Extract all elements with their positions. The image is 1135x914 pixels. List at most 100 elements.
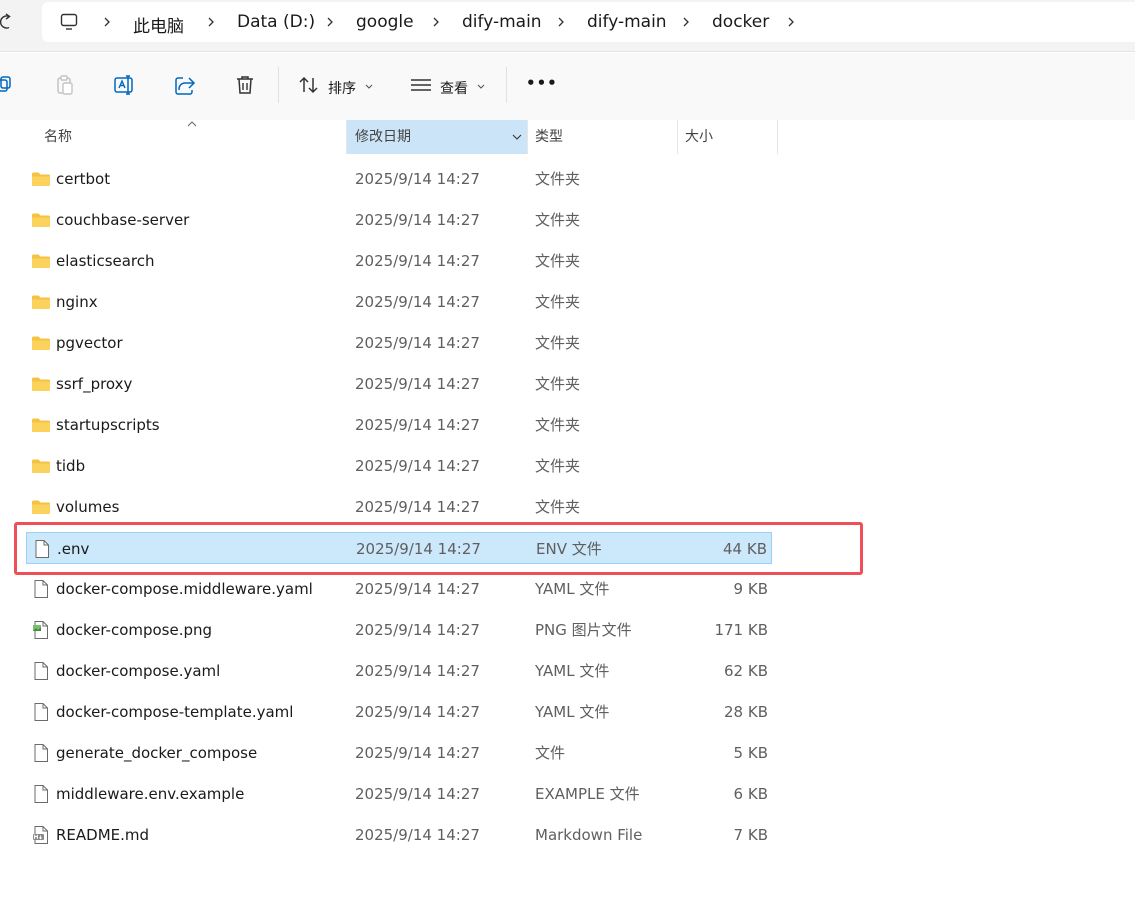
rename-icon[interactable] [113, 73, 137, 97]
column-name[interactable]: 名称 [36, 120, 346, 154]
file-row[interactable]: pgvector 2025/9/14 14:27 文件夹 [26, 327, 772, 359]
chevron-right-icon[interactable] [681, 14, 691, 30]
file-type: 文件夹 [535, 334, 581, 352]
file-name: docker-compose.yaml [56, 662, 221, 680]
view-icon[interactable] [409, 73, 433, 97]
file-type: 文件夹 [535, 293, 581, 311]
refresh-icon[interactable] [0, 12, 14, 32]
column-date-modified[interactable]: 修改日期 [347, 120, 527, 154]
breadcrumb-dify-main-1[interactable]: dify-main [462, 12, 542, 32]
annotation-highlight-box [14, 522, 863, 575]
file-row[interactable]: docker-compose.png 2025/9/14 14:27 PNG 图片文… [26, 614, 772, 646]
file-size: 28 KB [724, 703, 768, 721]
chevron-down-icon[interactable] [365, 84, 373, 90]
file-type: 文件夹 [535, 457, 581, 475]
file-name: certbot [56, 170, 111, 188]
file-date-modified: 2025/9/14 14:27 [355, 211, 480, 229]
chevron-right-icon[interactable] [325, 14, 335, 30]
file-icon [34, 580, 48, 598]
file-row[interactable]: certbot 2025/9/14 14:27 文件夹 [26, 163, 772, 195]
folder-icon [32, 418, 50, 432]
file-name: pgvector [56, 334, 123, 352]
file-date-modified: 2025/9/14 14:27 [355, 375, 480, 393]
column-header: 名称 修改日期 类型 大小 [0, 120, 1135, 154]
chevron-down-icon[interactable] [512, 133, 522, 141]
column-size[interactable]: 大小 [677, 120, 777, 154]
sort-button[interactable]: 排序 [328, 78, 356, 98]
breadcrumb-this-pc[interactable]: 此电脑 [133, 12, 184, 37]
folder-icon [32, 213, 50, 227]
file-size: 171 KB [714, 621, 768, 639]
folder-icon [32, 500, 50, 514]
share-icon[interactable] [173, 73, 197, 97]
file-row[interactable]: startupscripts 2025/9/14 14:27 文件夹 [26, 409, 772, 441]
computer-icon[interactable] [60, 13, 78, 31]
file-date-modified: 2025/9/14 14:27 [355, 293, 480, 311]
file-icon [34, 785, 48, 803]
markdown-file-icon [33, 826, 48, 844]
file-row[interactable]: docker-compose.yaml 2025/9/14 14:27 YAML 文… [26, 655, 772, 687]
file-name: docker-compose.middleware.yaml [56, 580, 313, 598]
breadcrumb-drive-d[interactable]: Data (D:) [237, 12, 315, 32]
file-row[interactable]: elasticsearch 2025/9/14 14:27 文件夹 [26, 245, 772, 277]
file-row[interactable]: volumes 2025/9/14 14:27 文件夹 [26, 491, 772, 523]
breadcrumb-docker[interactable]: docker [712, 12, 769, 32]
file-type: 文件夹 [535, 252, 581, 270]
toolbar-divider [278, 67, 279, 103]
sort-icon[interactable] [297, 73, 321, 97]
file-row[interactable]: ssrf_proxy 2025/9/14 14:27 文件夹 [26, 368, 772, 400]
breadcrumb-dify-main-2[interactable]: dify-main [587, 12, 667, 32]
chevron-right-icon[interactable] [556, 14, 566, 30]
file-row[interactable]: docker-compose-template.yaml 2025/9/14 14… [26, 696, 772, 728]
file-date-modified: 2025/9/14 14:27 [355, 826, 480, 844]
file-row[interactable]: tidb 2025/9/14 14:27 文件夹 [26, 450, 772, 482]
file-row[interactable]: docker-compose.middleware.yaml 2025/9/14 … [26, 573, 772, 605]
file-name: tidb [56, 457, 86, 475]
file-type: 文件夹 [535, 211, 581, 229]
image-file-icon [33, 621, 48, 639]
file-name: middleware.env.example [56, 785, 245, 803]
file-name: nginx [56, 293, 98, 311]
file-date-modified: 2025/9/14 14:27 [355, 662, 480, 680]
file-row[interactable]: middleware.env.example 2025/9/14 14:27 EXA… [26, 778, 772, 810]
column-divider[interactable] [777, 120, 778, 154]
file-name: docker-compose-template.yaml [56, 703, 294, 721]
file-date-modified: 2025/9/14 14:27 [355, 703, 480, 721]
file-row[interactable]: nginx 2025/9/14 14:27 文件夹 [26, 286, 772, 318]
address-bar[interactable]: 此电脑 Data (D:) google dify-main dify-main… [42, 2, 1135, 42]
file-date-modified: 2025/9/14 14:27 [355, 170, 480, 188]
file-date-modified: 2025/9/14 14:27 [355, 785, 480, 803]
file-type: YAML 文件 [535, 580, 610, 598]
file-date-modified: 2025/9/14 14:27 [355, 744, 480, 762]
chevron-right-icon[interactable] [102, 14, 112, 30]
file-date-modified: 2025/9/14 14:27 [355, 457, 480, 475]
chevron-right-icon[interactable] [431, 14, 441, 30]
file-name: startupscripts [56, 416, 160, 434]
chevron-right-icon[interactable] [206, 14, 216, 30]
file-name: README.md [56, 826, 150, 844]
toolbar-divider [506, 67, 507, 103]
folder-icon [32, 172, 50, 186]
file-type: 文件夹 [535, 416, 581, 434]
chevron-down-icon[interactable] [477, 84, 485, 90]
delete-icon[interactable] [233, 73, 257, 97]
column-type[interactable]: 类型 [527, 120, 677, 154]
file-row[interactable]: generate_docker_compose 2025/9/14 14:27 文件… [26, 737, 772, 769]
file-type: 文件 [535, 744, 566, 762]
folder-icon [32, 377, 50, 391]
file-icon [34, 744, 48, 762]
file-type: PNG 图片文件 [535, 621, 632, 639]
view-button[interactable]: 查看 [440, 78, 468, 98]
file-row[interactable]: README.md 2025/9/14 14:27 Markdown File 7 K… [26, 819, 772, 851]
chevron-right-icon[interactable] [786, 14, 796, 30]
more-options-button[interactable]: ••• [526, 74, 558, 92]
folder-icon [32, 295, 50, 309]
file-size: 7 KB [733, 826, 768, 844]
file-icon [34, 703, 48, 721]
paste-icon[interactable] [53, 73, 77, 97]
breadcrumb-google[interactable]: google [356, 12, 414, 32]
copy-icon[interactable] [0, 73, 16, 97]
file-type: 文件夹 [535, 375, 581, 393]
file-date-modified: 2025/9/14 14:27 [355, 252, 480, 270]
file-row[interactable]: couchbase-server 2025/9/14 14:27 文件夹 [26, 204, 772, 236]
